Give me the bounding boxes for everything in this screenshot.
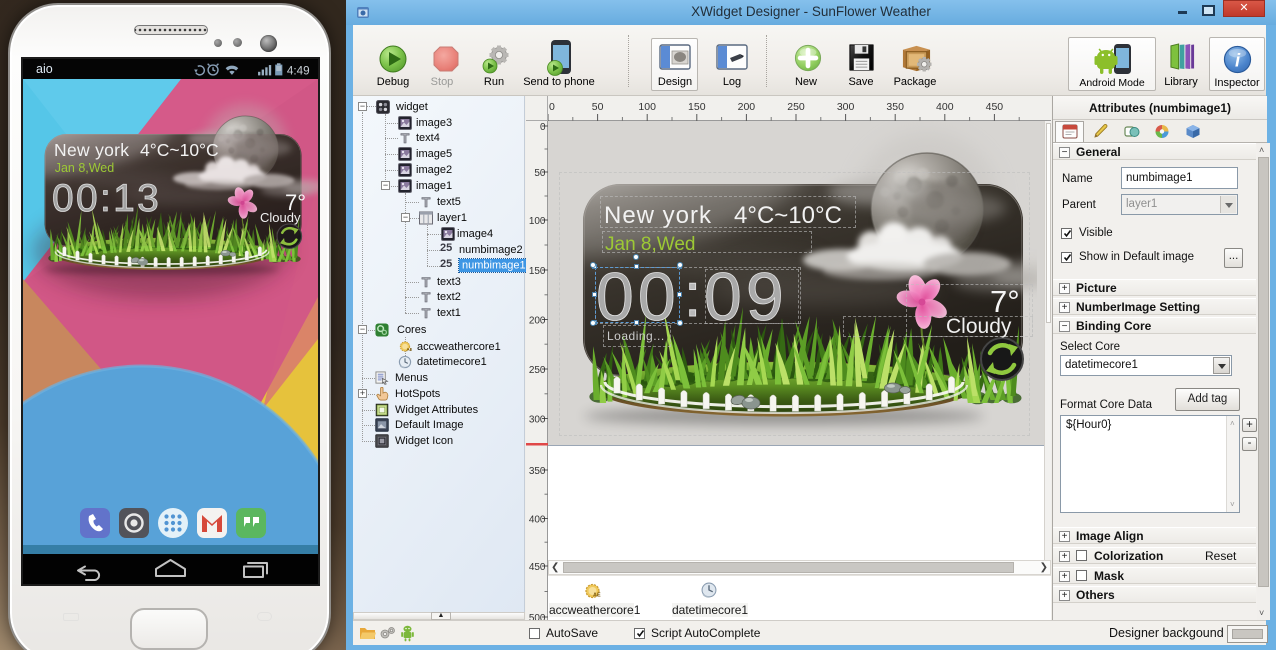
svg-text:T: T	[422, 290, 431, 304]
svg-text:4°C~10°C: 4°C~10°C	[140, 140, 219, 160]
svg-text:250: 250	[529, 365, 546, 376]
svg-text:T: T	[422, 275, 431, 289]
svg-text:50: 50	[592, 101, 604, 113]
svg-text:0: 0	[540, 122, 546, 133]
svg-text:50: 50	[534, 168, 546, 179]
svg-text:100: 100	[529, 216, 546, 227]
svg-text:150: 150	[529, 266, 546, 277]
svg-text:0: 0	[549, 101, 555, 113]
svg-text:AE: AE	[593, 593, 601, 599]
svg-text:i: i	[1235, 49, 1241, 70]
svg-text:250: 250	[787, 101, 805, 113]
svg-text:New york: New york	[54, 140, 129, 160]
svg-text:500: 500	[529, 613, 546, 620]
svg-text:150: 150	[688, 101, 706, 113]
svg-text:T: T	[422, 306, 431, 320]
svg-text:00:13: 00:13	[52, 177, 161, 220]
svg-text:300: 300	[529, 415, 546, 426]
svg-text:Cloudy: Cloudy	[260, 210, 301, 225]
svg-text:350: 350	[886, 101, 904, 113]
svg-text:4:49: 4:49	[287, 65, 310, 78]
svg-text:400: 400	[529, 515, 546, 526]
svg-text:450: 450	[529, 562, 546, 573]
svg-text:T: T	[401, 131, 410, 145]
svg-text:200: 200	[529, 316, 546, 327]
svg-text:100: 100	[638, 101, 656, 113]
svg-text:350: 350	[529, 466, 546, 477]
svg-text:T: T	[422, 195, 431, 209]
svg-text:450: 450	[986, 101, 1004, 113]
svg-text:AE: AE	[406, 347, 412, 352]
svg-text:200: 200	[738, 101, 756, 113]
svg-text:300: 300	[837, 101, 855, 113]
svg-text:400: 400	[936, 101, 954, 113]
svg-text:Jan 8,Wed: Jan 8,Wed	[55, 161, 115, 175]
